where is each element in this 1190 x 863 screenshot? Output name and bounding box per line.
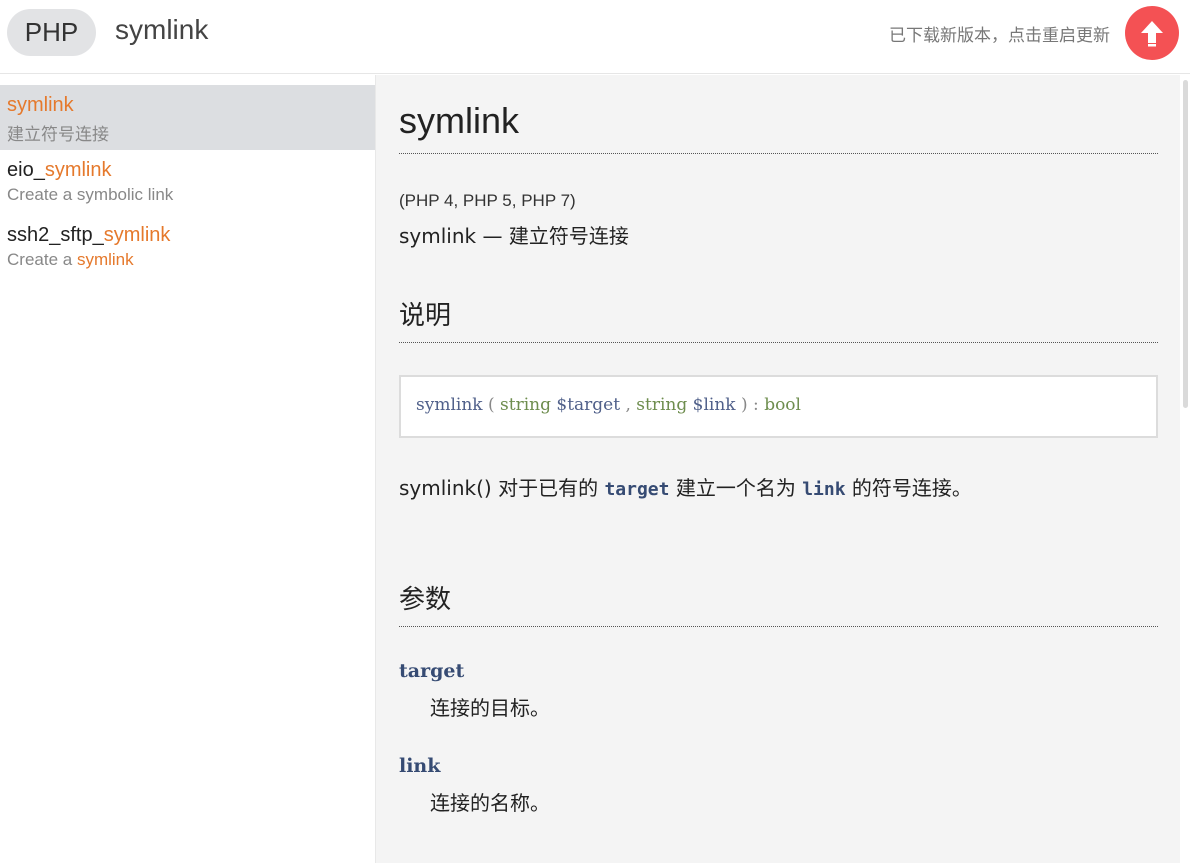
section-heading-parameters: 参数 — [399, 585, 452, 615]
ref-purpose: symlink — 建立符号连接 — [399, 224, 629, 248]
signature-function-name: symlink — [416, 395, 483, 415]
function-signature: symlink ( string $target , string $link … — [399, 375, 1158, 438]
param-type: string — [500, 395, 551, 415]
param-var: $link — [692, 395, 736, 415]
divider — [399, 626, 1158, 627]
param-desc-link: 连接的名称。 — [430, 791, 550, 815]
search-results-sidebar: symlink 建立符号连接 eio_symlink Create a symb… — [0, 75, 375, 863]
param-desc-target: 连接的目标。 — [430, 696, 550, 720]
code-target: target — [604, 479, 670, 500]
section-heading-description: 说明 — [399, 301, 452, 331]
result-description: 建立符号连接 — [7, 125, 109, 144]
result-item-eio-symlink[interactable]: eio_symlink Create a symbolic link — [0, 150, 375, 215]
top-bar: PHP symlink 已下载新版本，点击重启更新 — [0, 0, 1190, 74]
param-type: string — [636, 395, 688, 415]
result-item-symlink[interactable]: symlink 建立符号连接 — [0, 85, 375, 150]
result-name: symlink — [7, 94, 74, 116]
arrow-up-icon — [1141, 21, 1163, 47]
param-var: $target — [556, 395, 621, 415]
return-type: bool — [764, 395, 801, 415]
param-name-link: link — [399, 755, 441, 777]
code-link: link — [802, 479, 846, 500]
language-selector[interactable]: PHP — [7, 9, 96, 56]
function-description: symlink() 对于已有的 target 建立一个名为 link 的符号连接… — [399, 476, 972, 500]
doc-title: symlink — [399, 100, 520, 141]
param-name-target: target — [399, 660, 465, 682]
result-description: Create a symlink — [7, 250, 134, 269]
scrollbar-thumb[interactable] — [1183, 80, 1188, 408]
result-name: ssh2_sftp_symlink — [7, 224, 171, 246]
update-button[interactable] — [1125, 6, 1179, 60]
divider — [399, 342, 1158, 343]
result-name: eio_symlink — [7, 159, 112, 181]
search-keyword[interactable]: symlink — [115, 14, 208, 46]
version-info: (PHP 4, PHP 5, PHP 7) — [399, 191, 576, 210]
divider — [399, 153, 1158, 154]
update-message: 已下载新版本，点击重启更新 — [889, 26, 1110, 46]
result-description: Create a symbolic link — [7, 185, 174, 204]
result-item-ssh2-sftp-symlink[interactable]: ssh2_sftp_symlink Create a symlink — [0, 215, 375, 280]
